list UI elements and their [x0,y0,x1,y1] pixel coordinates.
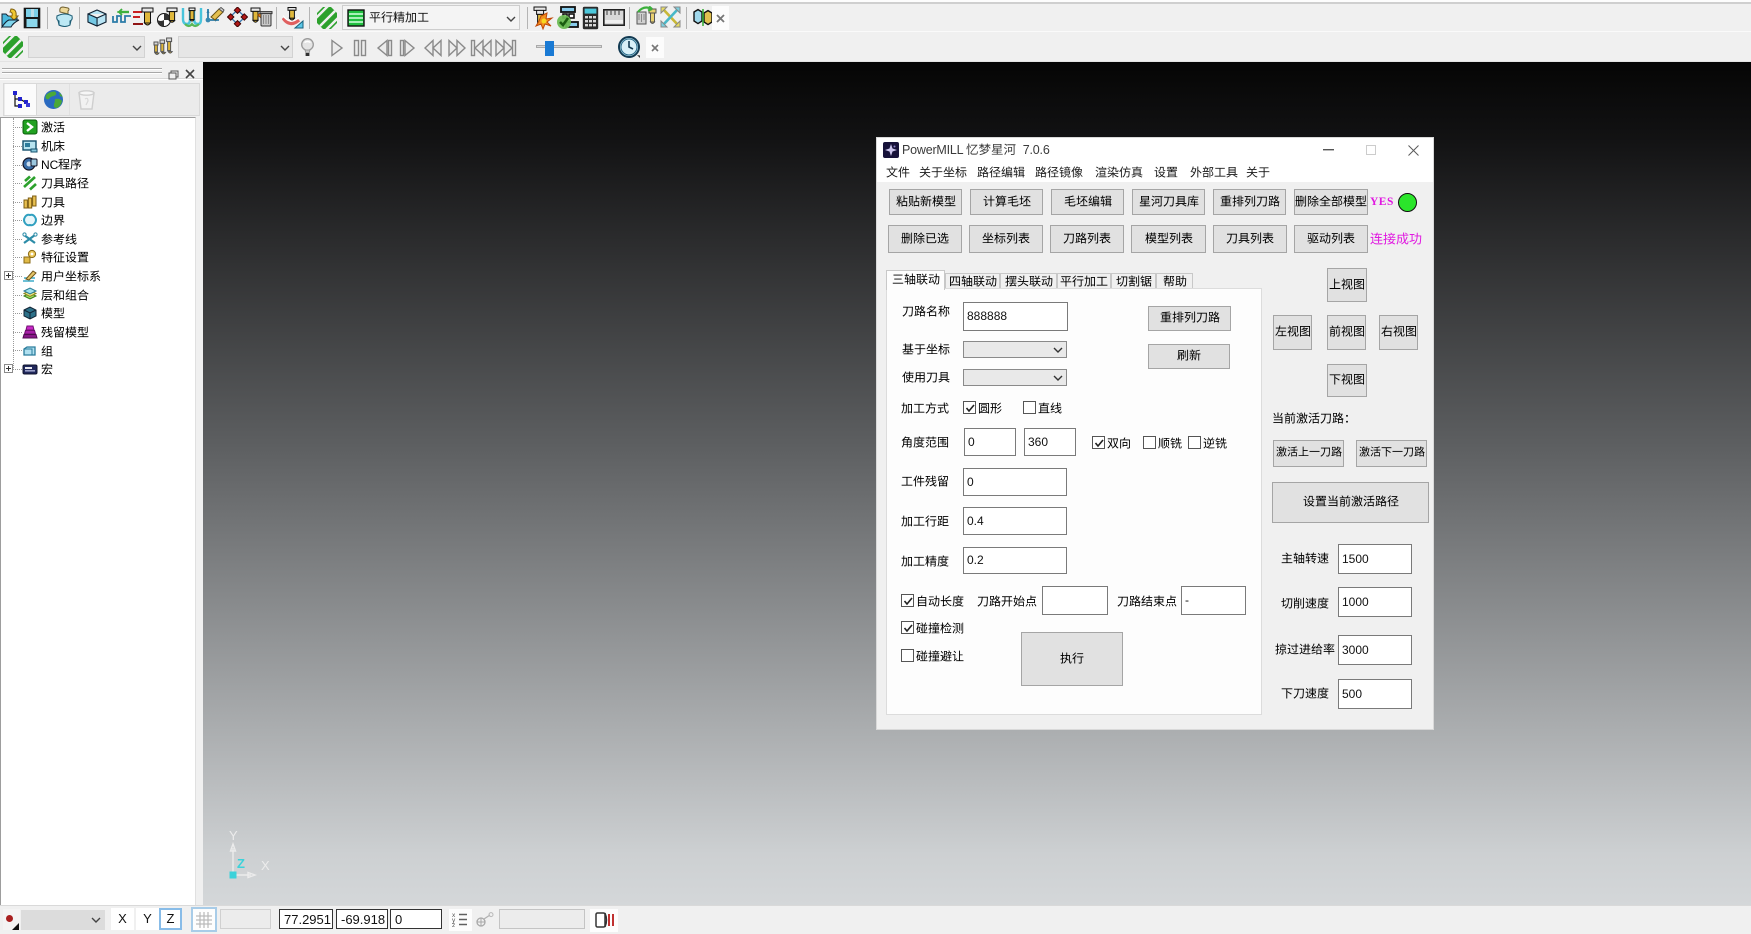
svg-text:Y: Y [229,830,238,843]
svg-text:Z: Z [237,856,245,871]
svg-text:X: X [261,858,270,873]
svg-text:z: z [452,922,455,928]
